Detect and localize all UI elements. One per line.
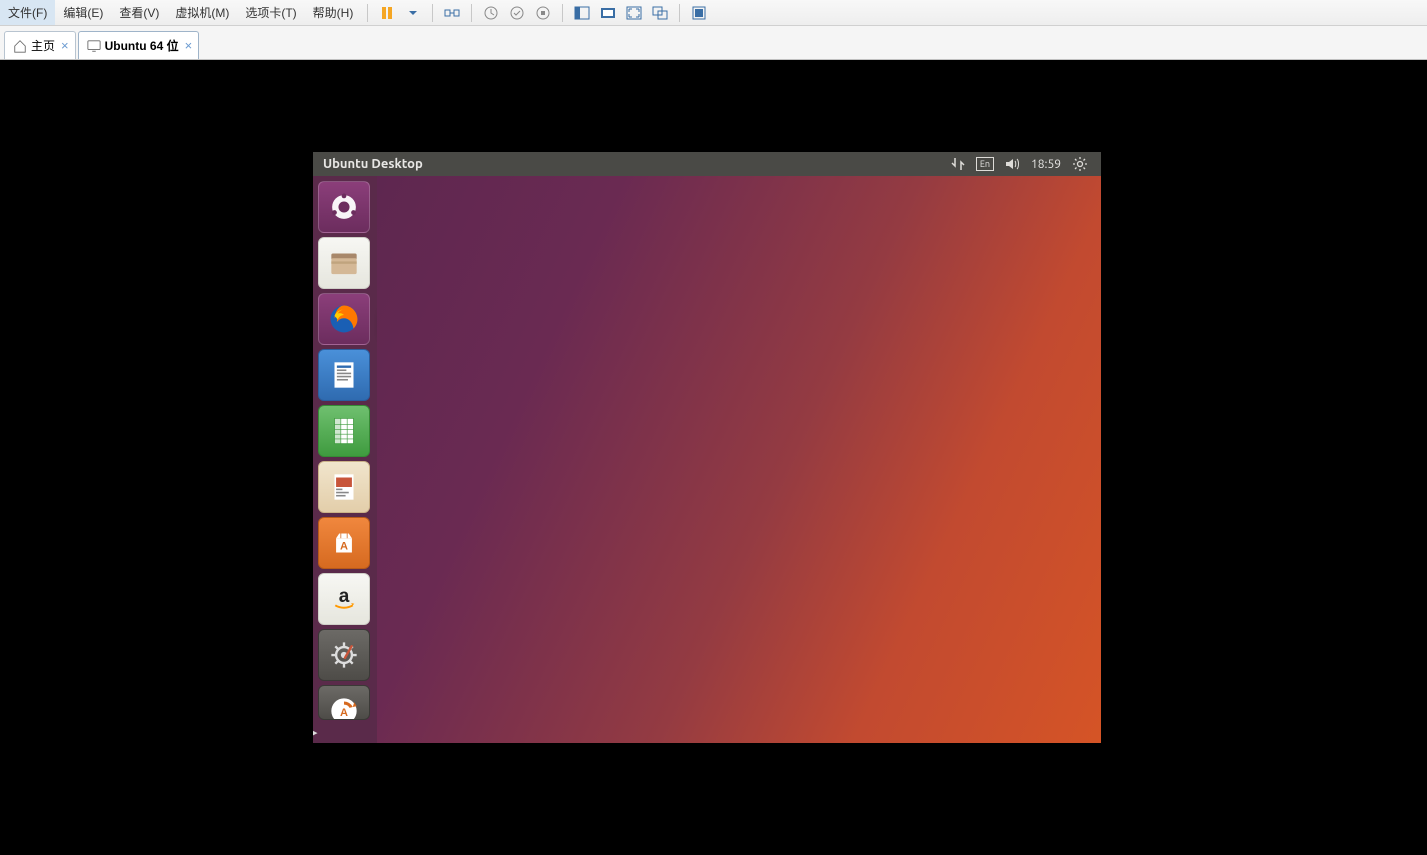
- vmware-menubar: 文件(F) 编辑(E) 查看(V) 虚拟机(M) 选项卡(T) 帮助(H): [0, 0, 1427, 26]
- separator: [471, 4, 472, 22]
- library-icon[interactable]: [688, 2, 710, 24]
- launcher-calc[interactable]: [318, 405, 370, 457]
- launcher-settings[interactable]: [318, 629, 370, 681]
- snapshot-manager-icon[interactable]: [532, 2, 554, 24]
- launcher-dash[interactable]: [318, 181, 370, 233]
- fullscreen-icon[interactable]: [623, 2, 645, 24]
- ubuntu-guest-screen[interactable]: Ubuntu Desktop En 18:59: [313, 152, 1101, 743]
- tab-home[interactable]: 主页 ×: [4, 31, 76, 59]
- launcher-software[interactable]: A: [318, 517, 370, 569]
- launcher-firefox[interactable]: [318, 293, 370, 345]
- fit-guest-icon[interactable]: [571, 2, 593, 24]
- vmware-tabs: 主页 × Ubuntu 64 位 ×: [0, 26, 1427, 60]
- home-icon: [13, 39, 27, 53]
- launcher-overflow-arrow[interactable]: ▸: [313, 726, 318, 739]
- dropdown-icon[interactable]: [402, 2, 424, 24]
- network-icon[interactable]: [950, 156, 966, 172]
- ubuntu-top-panel: Ubuntu Desktop En 18:59: [313, 152, 1101, 176]
- launcher-files[interactable]: [318, 237, 370, 289]
- separator: [679, 4, 680, 22]
- gear-icon[interactable]: [1072, 156, 1088, 172]
- menu-edit[interactable]: 编辑(E): [55, 0, 111, 25]
- launcher-updater[interactable]: A: [318, 685, 370, 720]
- volume-icon[interactable]: [1004, 156, 1020, 172]
- unity-icon[interactable]: [649, 2, 671, 24]
- close-icon[interactable]: ×: [61, 38, 69, 53]
- close-icon[interactable]: ×: [185, 38, 193, 53]
- panel-title: Ubuntu Desktop: [323, 157, 423, 171]
- snapshot-take-icon[interactable]: [480, 2, 502, 24]
- pause-icon[interactable]: [376, 2, 398, 24]
- monitor-icon: [87, 39, 101, 53]
- separator: [367, 4, 368, 22]
- send-cad-icon[interactable]: [441, 2, 463, 24]
- launcher-amazon[interactable]: a: [318, 573, 370, 625]
- tab-vm-ubuntu[interactable]: Ubuntu 64 位 ×: [78, 31, 200, 59]
- launcher-impress[interactable]: [318, 461, 370, 513]
- vm-display-area: Ubuntu Desktop En 18:59: [0, 60, 1427, 855]
- console-view-icon[interactable]: [597, 2, 619, 24]
- tab-home-label: 主页: [31, 37, 55, 54]
- tab-vm-label: Ubuntu 64 位: [105, 37, 179, 54]
- svg-text:A: A: [340, 707, 348, 719]
- svg-text:A: A: [340, 540, 348, 552]
- ubuntu-desktop-body: A a A ▸ Firefox Web Browser: [313, 176, 1101, 743]
- menu-help[interactable]: 帮助(H): [305, 0, 362, 25]
- desktop-wallpaper[interactable]: [377, 176, 1101, 743]
- separator: [432, 4, 433, 22]
- launcher-writer[interactable]: [318, 349, 370, 401]
- menu-view[interactable]: 查看(V): [111, 0, 167, 25]
- snapshot-revert-icon[interactable]: [506, 2, 528, 24]
- menu-tabs[interactable]: 选项卡(T): [237, 0, 304, 25]
- clock[interactable]: 18:59: [1031, 158, 1061, 171]
- menu-file[interactable]: 文件(F): [0, 0, 55, 25]
- separator: [562, 4, 563, 22]
- language-indicator[interactable]: En: [976, 157, 994, 171]
- menu-vm[interactable]: 虚拟机(M): [167, 0, 237, 25]
- svg-text:a: a: [339, 586, 350, 607]
- unity-launcher: A a A ▸ Firefox Web Browser: [313, 176, 377, 743]
